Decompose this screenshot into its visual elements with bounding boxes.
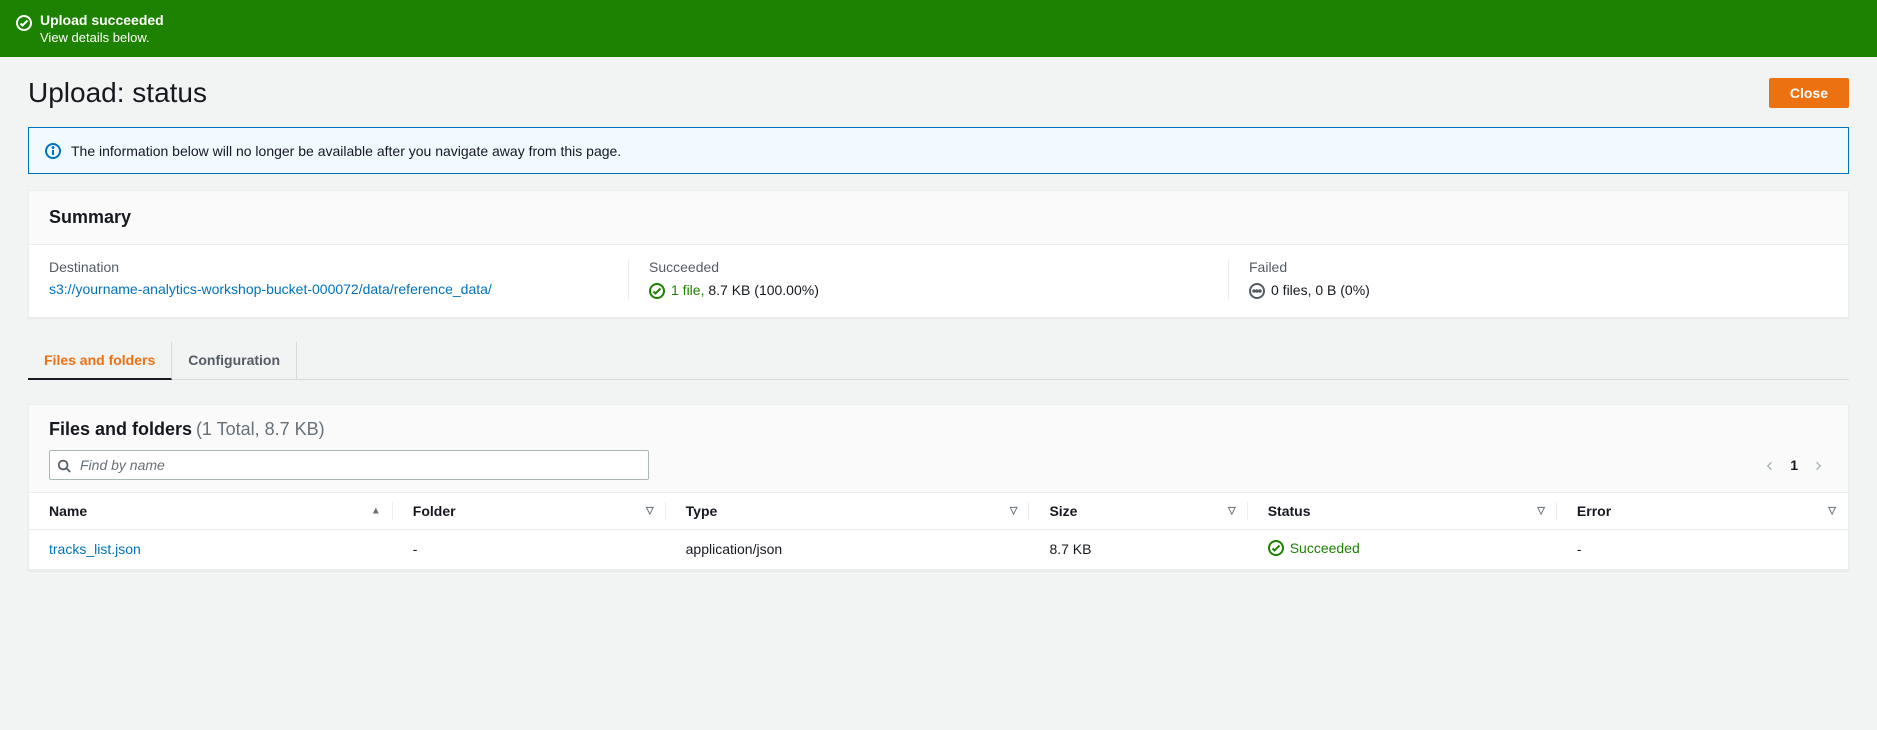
files-panel: Files and folders (1 Total, 8.7 KB) 1 (28, 404, 1849, 571)
file-type: application/json (666, 529, 1030, 569)
next-page-button[interactable] (1808, 453, 1828, 477)
column-header-size[interactable]: Size▽ (1029, 492, 1247, 529)
table-row: tracks_list.json - application/json 8.7 … (29, 529, 1848, 569)
file-name-link[interactable]: tracks_list.json (49, 541, 141, 557)
tab-configuration[interactable]: Configuration (172, 342, 297, 379)
file-size: 8.7 KB (1029, 529, 1247, 569)
tab-files-and-folders[interactable]: Files and folders (28, 342, 172, 380)
column-header-folder[interactable]: Folder▽ (393, 492, 666, 529)
banner-subtitle: View details below. (40, 30, 164, 45)
search-input[interactable] (49, 450, 649, 480)
succeeded-prefix: 1 file, (671, 282, 704, 298)
succeeded-rest: 8.7 KB (100.00%) (704, 282, 818, 298)
banner-title: Upload succeeded (40, 12, 164, 28)
sort-icon: ▽ (1537, 505, 1545, 516)
info-icon (45, 142, 61, 159)
status-badge: Succeeded (1268, 540, 1360, 556)
sort-icon: ▽ (1010, 505, 1018, 516)
check-circle-icon (16, 14, 32, 31)
column-header-name[interactable]: Name▲ (29, 492, 393, 529)
summary-succeeded: Succeeded 1 file, 8.7 KB (100.00%) (628, 259, 1228, 298)
files-table: Name▲ Folder▽ Type▽ Size▽ Status▽ Error▽… (29, 492, 1848, 570)
sort-icon: ▽ (1828, 505, 1836, 516)
sort-icon: ▽ (646, 505, 654, 516)
ellipsis-circle-icon (1249, 281, 1265, 298)
sort-asc-icon: ▲ (371, 505, 381, 516)
column-header-type[interactable]: Type▽ (666, 492, 1030, 529)
check-circle-icon (649, 281, 665, 298)
info-alert: The information below will no longer be … (28, 127, 1849, 174)
failed-label: Failed (1249, 259, 1808, 275)
destination-link[interactable]: s3://yourname-analytics-workshop-bucket-… (49, 281, 492, 297)
file-folder: - (393, 529, 666, 569)
search-icon (57, 456, 71, 472)
page-number: 1 (1790, 457, 1798, 473)
files-title: Files and folders (49, 419, 192, 439)
info-alert-text: The information below will no longer be … (71, 143, 621, 159)
summary-failed: Failed 0 files, 0 B (0%) (1228, 259, 1828, 298)
destination-label: Destination (49, 259, 608, 275)
summary-title: Summary (49, 207, 1828, 228)
page-title: Upload: status (28, 77, 207, 109)
close-button[interactable]: Close (1769, 78, 1849, 108)
summary-panel: Summary Destination s3://yourname-analyt… (28, 190, 1849, 317)
tabs: Files and folders Configuration (28, 342, 1849, 380)
column-header-error[interactable]: Error▽ (1557, 492, 1848, 529)
prev-page-button[interactable] (1760, 453, 1780, 477)
pagination: 1 (1760, 453, 1828, 477)
file-error: - (1557, 529, 1848, 569)
column-header-status[interactable]: Status▽ (1248, 492, 1557, 529)
files-count: (1 Total, 8.7 KB) (196, 419, 325, 439)
succeeded-label: Succeeded (649, 259, 1208, 275)
failed-value: 0 files, 0 B (0%) (1271, 282, 1370, 298)
success-banner: Upload succeeded View details below. (0, 0, 1877, 57)
summary-destination: Destination s3://yourname-analytics-work… (49, 259, 628, 298)
sort-icon: ▽ (1228, 505, 1236, 516)
